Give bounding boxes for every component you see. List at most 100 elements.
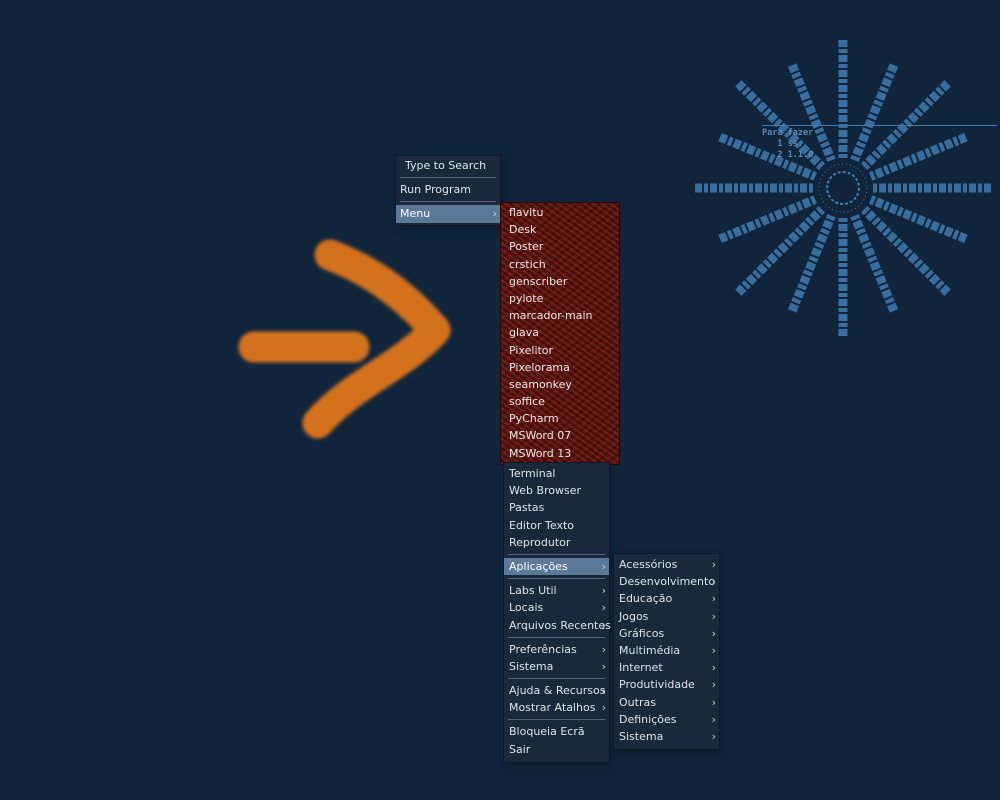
- favorite-item[interactable]: glava: [501, 324, 619, 341]
- category-jogos[interactable]: Jogos ›: [614, 608, 719, 625]
- chevron-right-icon: ›: [492, 207, 497, 221]
- run-program-item[interactable]: Run Program: [396, 181, 500, 198]
- favorite-item[interactable]: seamonkey: [501, 376, 619, 393]
- favorite-item-label: Pixelorama: [509, 360, 570, 374]
- favorite-item-label: soffice: [509, 395, 545, 409]
- category-sistema[interactable]: Sistema ›: [614, 728, 719, 745]
- chevron-right-icon: ›: [711, 712, 716, 726]
- launcher-terminal[interactable]: Terminal: [504, 465, 609, 482]
- starburst-icon: [693, 38, 993, 338]
- chevron-right-icon: ›: [601, 601, 606, 615]
- chevron-right-icon: ›: [711, 695, 716, 709]
- category-label: Multimédia: [619, 643, 681, 657]
- menu-item-menu-label: Menu: [400, 207, 431, 221]
- category-produtividade[interactable]: Produtividade ›: [614, 676, 719, 693]
- favorite-item[interactable]: Pixelitor: [501, 342, 619, 359]
- category-label: Jogos: [619, 609, 649, 623]
- category-multimedia[interactable]: Multimédia ›: [614, 642, 719, 659]
- menu-item-label: Sistema: [509, 659, 554, 673]
- favorite-item-label: MSWord 07: [509, 429, 572, 443]
- desktop: Para fazer 1 ss. 2 1.1.0 Type to Search …: [0, 0, 1000, 800]
- menu-item-ajuda-recursos[interactable]: Ajuda & Recursos ›: [504, 682, 609, 699]
- chevron-right-icon: ›: [711, 609, 716, 623]
- favorite-item[interactable]: soffice: [501, 393, 619, 410]
- favorite-item[interactable]: MSWord 13: [501, 445, 619, 462]
- category-label: Outras: [619, 695, 656, 709]
- launcher-label: Reprodutor: [509, 535, 571, 549]
- root-menu: Type to Search Run Program Menu ›: [396, 156, 500, 225]
- chevron-right-icon: ›: [601, 618, 606, 632]
- chevron-right-icon: ›: [711, 558, 716, 571]
- category-graficos[interactable]: Gráficos ›: [614, 625, 719, 642]
- favorite-item[interactable]: MSWord 07: [501, 427, 619, 444]
- chevron-right-icon: ›: [601, 584, 606, 598]
- launcher-web-browser[interactable]: Web Browser: [504, 482, 609, 499]
- category-outras[interactable]: Outras ›: [614, 694, 719, 711]
- favorite-item[interactable]: Pixelorama: [501, 359, 619, 376]
- favorite-item-label: Poster: [509, 240, 544, 254]
- category-desenvolvimento[interactable]: Desenvolvimento ›: [614, 573, 719, 590]
- launcher-reprodutor[interactable]: Reprodutor: [504, 534, 609, 551]
- search-placeholder: Type to Search: [405, 159, 487, 172]
- category-definicoes[interactable]: Definições ›: [614, 711, 719, 728]
- category-label: Acessórios: [619, 558, 678, 571]
- menu-item-menu[interactable]: Menu ›: [396, 205, 500, 223]
- category-label: Produtividade: [619, 678, 695, 692]
- chevron-right-icon: ›: [711, 643, 716, 657]
- launcher-editor-texto[interactable]: Editor Texto: [504, 517, 609, 534]
- favorite-item-label: Pixelitor: [509, 343, 554, 357]
- chevron-right-icon: ›: [711, 661, 716, 675]
- arrow-right-icon: [238, 239, 451, 439]
- favorite-item[interactable]: genscriber: [501, 273, 619, 290]
- menu-item-aplicacoes[interactable]: Aplicações ›: [504, 557, 609, 576]
- menu-item-label: Arquivos Recentes: [509, 618, 611, 632]
- chevron-right-icon: ›: [711, 678, 716, 692]
- favorite-item-label: marcador-main: [509, 309, 593, 323]
- menu-separator: [508, 636, 605, 638]
- menu-separator: [400, 177, 496, 179]
- launcher-pastas[interactable]: Pastas: [504, 499, 609, 516]
- menu-item-sistema[interactable]: Sistema ›: [504, 658, 609, 675]
- menu-separator: [508, 578, 605, 580]
- chevron-right-icon: ›: [601, 701, 606, 715]
- favorite-item[interactable]: crstich: [501, 256, 619, 273]
- search-field[interactable]: Type to Search: [396, 157, 500, 174]
- launcher-label: Terminal: [509, 467, 556, 480]
- menu-item-aplicacoes-label: Aplicações: [509, 559, 568, 573]
- wallpaper-note-line-2: 1 ss.: [777, 139, 803, 149]
- chevron-right-icon: ›: [711, 575, 716, 589]
- favorite-item[interactable]: pylote: [501, 290, 619, 307]
- favorite-item-label: PyCharm: [509, 412, 559, 426]
- quit-item[interactable]: Sair: [504, 741, 609, 758]
- favorite-item[interactable]: Desk: [501, 221, 619, 238]
- wallpaper-divider: [762, 125, 997, 126]
- main-menu: Terminal Web Browser Pastas Editor Texto…: [504, 463, 611, 762]
- category-label: Definições: [619, 712, 677, 726]
- launcher-label: Web Browser: [509, 484, 582, 498]
- favorite-item-label: crstich: [509, 257, 546, 271]
- menu-separator: [508, 678, 605, 680]
- category-label: Desenvolvimento: [619, 575, 716, 589]
- favorite-item-label: pylote: [509, 291, 544, 305]
- menu-item-preferencias[interactable]: Preferências ›: [504, 641, 609, 658]
- favorite-item[interactable]: marcador-main: [501, 307, 619, 324]
- menu-item-label: Preferências: [509, 642, 577, 656]
- category-acessorios[interactable]: Acessórios ›: [614, 556, 719, 573]
- menu-item-locais[interactable]: Locais ›: [504, 599, 609, 616]
- wallpaper-note: Para fazer 1 ss. 2 1.1.0: [762, 128, 813, 161]
- menu-item-label: Mostrar Atalhos: [509, 701, 596, 715]
- menu-item-label: Locais: [509, 601, 544, 615]
- menu-item-labs-util[interactable]: Labs Util ›: [504, 582, 609, 599]
- lock-screen-item[interactable]: Bloqueia Ecrã: [504, 723, 609, 740]
- favorite-item[interactable]: Poster: [501, 238, 619, 255]
- favorite-item[interactable]: flavitu: [501, 204, 619, 221]
- menu-item-arquivos-recentes[interactable]: Arquivos Recentes ›: [504, 617, 611, 634]
- category-internet[interactable]: Internet ›: [614, 659, 719, 676]
- category-label: Sistema: [619, 729, 664, 743]
- favorite-item-label: glava: [509, 326, 540, 340]
- category-educacao[interactable]: Educação ›: [614, 590, 719, 607]
- menu-item-label: Ajuda & Recursos: [509, 684, 606, 698]
- menu-item-mostrar-atalhos[interactable]: Mostrar Atalhos ›: [504, 699, 609, 716]
- favorite-item[interactable]: PyCharm: [501, 410, 619, 427]
- menu-separator: [508, 719, 605, 721]
